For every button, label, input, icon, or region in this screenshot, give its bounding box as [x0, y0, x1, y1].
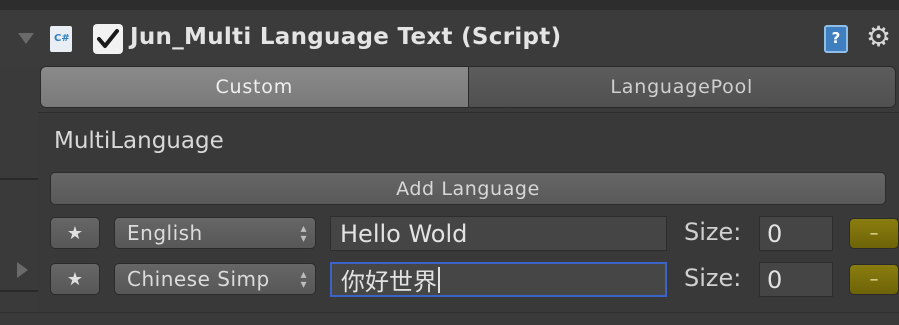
- language-dropdown[interactable]: Chinese Simp ▴ ▾: [114, 263, 316, 295]
- component-title: Jun_Multi Language Text (Script): [130, 24, 562, 50]
- language-dropdown-value: Chinese Simp: [127, 267, 270, 291]
- csharp-script-icon: C#: [50, 26, 72, 52]
- language-text-field[interactable]: 你好世界: [330, 262, 667, 297]
- remove-language-button[interactable]: –: [849, 264, 899, 295]
- language-row: ★ Chinese Simp ▴ ▾ 你好世界 Size: 0 –: [0, 259, 899, 299]
- size-label: Size:: [684, 264, 742, 292]
- gear-icon[interactable]: ⚙: [866, 20, 891, 53]
- language-dropdown[interactable]: English ▴ ▾: [114, 217, 316, 249]
- bottom-strip: [0, 312, 899, 325]
- foldout-arrow-icon[interactable]: [18, 33, 34, 44]
- star-button[interactable]: ★: [50, 217, 100, 249]
- language-row: ★ English ▴ ▾ Hello Wold Size: 0 –: [0, 213, 899, 253]
- language-text-field[interactable]: Hello Wold: [330, 216, 667, 251]
- remove-language-button[interactable]: –: [849, 218, 899, 249]
- checkmark-icon: [97, 29, 119, 48]
- dropdown-arrows-icon: ▴ ▾: [300, 267, 307, 291]
- tab-languagepool[interactable]: LanguagePool: [468, 67, 895, 107]
- csharp-script-icon-label: C#: [54, 33, 70, 44]
- language-dropdown-value: English: [127, 221, 203, 245]
- help-icon[interactable]: ?: [824, 25, 848, 53]
- tab-custom[interactable]: Custom: [41, 67, 469, 107]
- top-strip: [0, 0, 899, 10]
- size-field[interactable]: 0: [759, 262, 833, 297]
- size-label: Size:: [684, 218, 742, 246]
- section-title: MultiLanguage: [54, 128, 224, 154]
- dropdown-arrows-icon: ▴ ▾: [300, 221, 307, 245]
- component-enabled-checkbox[interactable]: [93, 24, 123, 54]
- star-button[interactable]: ★: [50, 263, 100, 295]
- mode-tabs: Custom LanguagePool: [40, 66, 896, 108]
- language-text-value: 你好世界: [341, 268, 437, 296]
- divider-line: [0, 178, 38, 180]
- add-language-button[interactable]: Add Language: [50, 172, 886, 205]
- text-caret: [438, 266, 440, 293]
- size-field[interactable]: 0: [759, 216, 833, 251]
